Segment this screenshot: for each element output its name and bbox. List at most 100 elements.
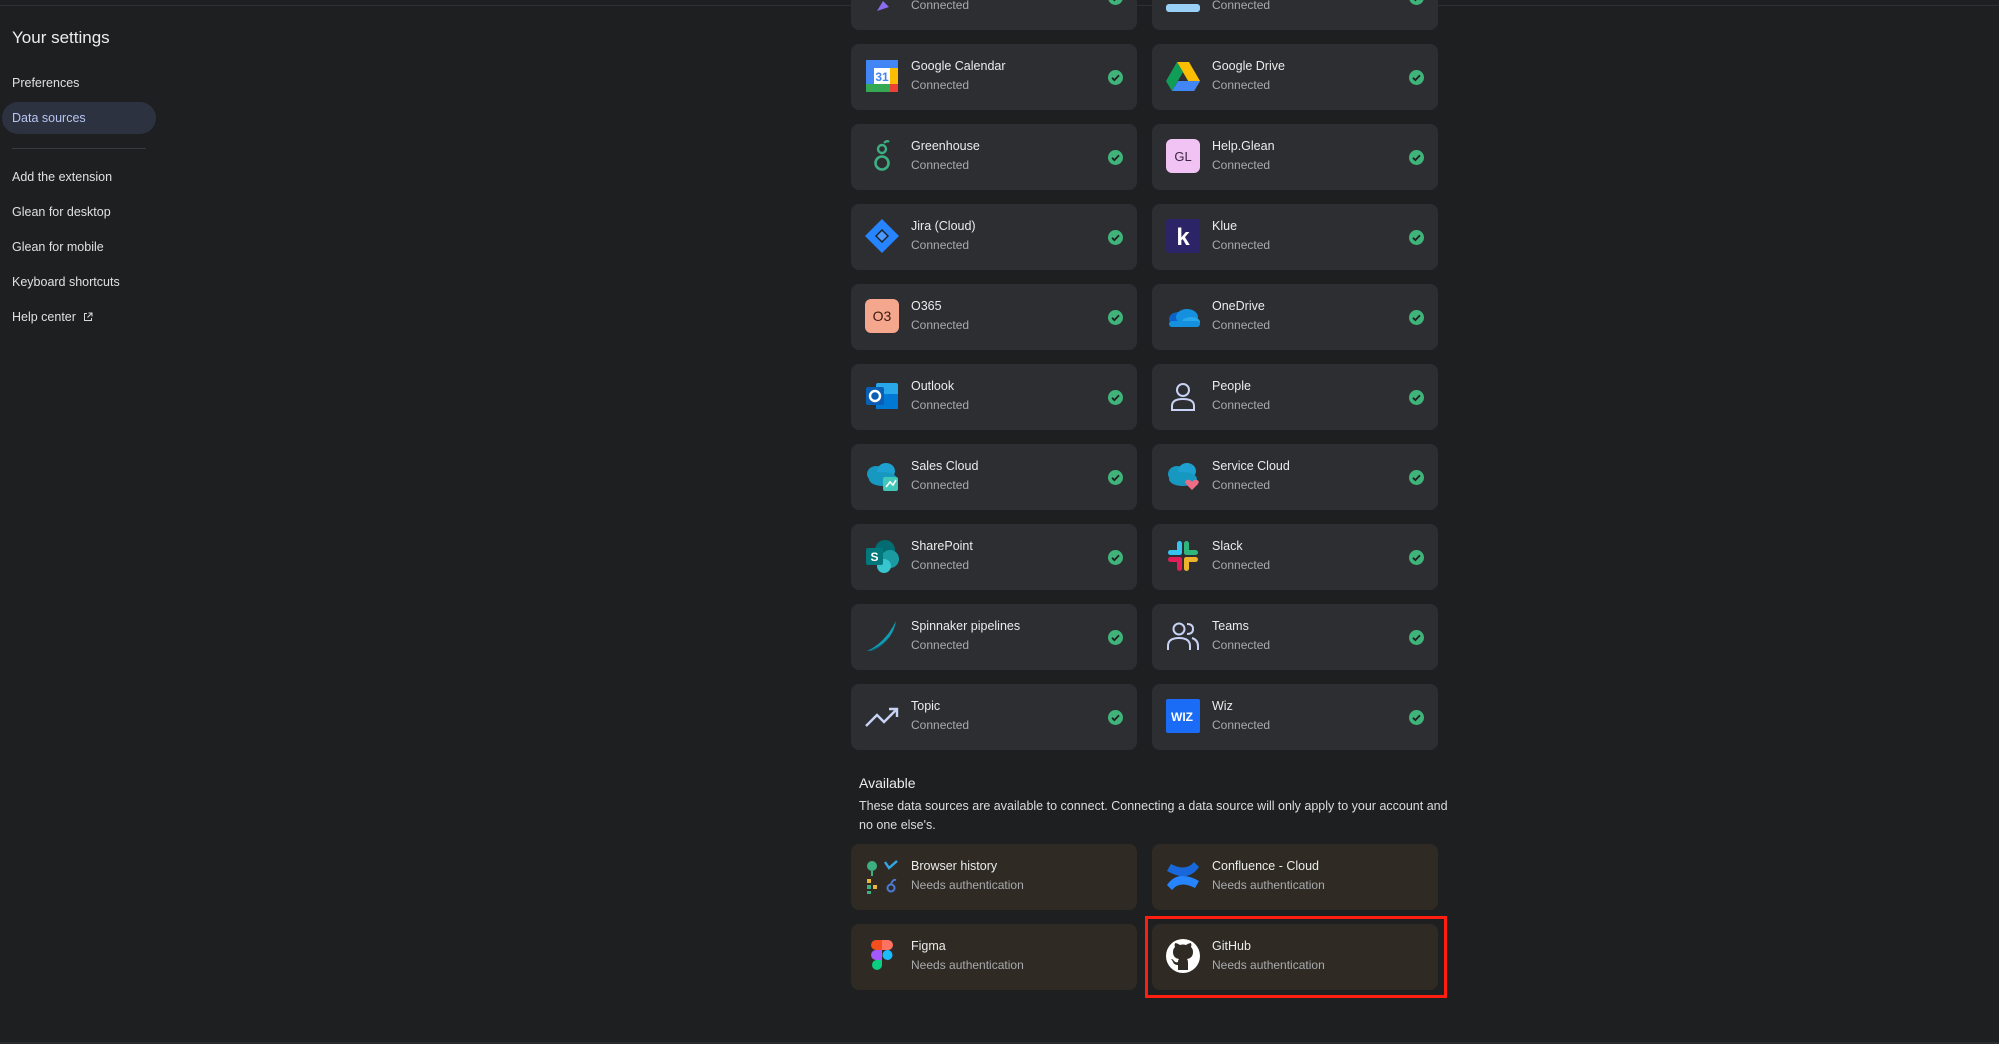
data-source-card-sharepoint[interactable]: S SharePoint Connected [851, 524, 1137, 590]
partial-source-icon [1166, 4, 1200, 12]
card-name: Sales Cloud [911, 459, 979, 473]
data-source-card-teams[interactable]: Teams Connected [1152, 604, 1438, 670]
connected-check-icon [1108, 390, 1123, 405]
sidebar-item-data-sources[interactable]: Data sources [12, 111, 86, 125]
sidebar-item-keyboard-shortcuts[interactable]: Keyboard shortcuts [12, 275, 120, 289]
data-source-card-partial[interactable]: Connected [1152, 0, 1438, 30]
data-source-card-service-cloud[interactable]: Service Cloud Connected [1152, 444, 1438, 510]
teams-icon [1167, 622, 1199, 650]
svg-text:O3: O3 [873, 308, 892, 324]
o365-icon: O3 [865, 299, 899, 333]
klue-icon: k [1166, 219, 1200, 253]
slack-icon [1168, 541, 1198, 571]
sales-cloud-icon [867, 463, 898, 491]
card-name: Confluence - Cloud [1212, 859, 1320, 873]
card-status: Needs authentication [911, 958, 1024, 972]
data-source-card-topic[interactable]: Topic Connected [851, 684, 1137, 750]
card-status: Connected [1212, 158, 1271, 172]
card-name: Figma [911, 939, 946, 953]
card-status: Connected [1212, 0, 1271, 12]
help-glean-icon: GL [1166, 139, 1200, 173]
card-name: Help.Glean [1212, 139, 1275, 153]
card-status: Connected [911, 478, 970, 492]
card-name: People [1212, 379, 1251, 393]
svg-text:WIZ: WIZ [1171, 710, 1193, 724]
data-source-card-figma[interactable]: Figma Needs authentication [851, 924, 1137, 990]
sidebar-item-glean-desktop[interactable]: Glean for desktop [12, 205, 111, 219]
browser-history-icon [867, 860, 898, 894]
connected-check-icon [1108, 310, 1123, 325]
connected-check-icon [1108, 70, 1123, 85]
sharepoint-icon: S [866, 540, 899, 573]
available-section-description: These data sources are available to conn… [859, 799, 1448, 832]
connected-check-icon [1409, 150, 1424, 165]
card-status: Connected [1212, 478, 1271, 492]
card-status: Connected [911, 638, 970, 652]
connected-check-icon [1409, 550, 1424, 565]
connected-check-icon [1108, 710, 1123, 725]
card-name: GitHub [1212, 939, 1251, 953]
data-source-card-sales-cloud[interactable]: Sales Cloud Connected [851, 444, 1137, 510]
card-status: Connected [911, 718, 970, 732]
data-source-card-o365[interactable]: O3 O365 Connected [851, 284, 1137, 350]
card-name: Jira (Cloud) [911, 219, 976, 233]
data-source-card-jira[interactable]: Jira (Cloud) Connected [851, 204, 1137, 270]
figma-icon [871, 940, 893, 970]
data-source-card-people[interactable]: People Connected [1152, 364, 1438, 430]
connected-check-icon [1409, 630, 1424, 645]
card-name: OneDrive [1212, 299, 1265, 313]
svg-text:31: 31 [875, 70, 889, 84]
card-status: Connected [1212, 558, 1271, 572]
card-name: Slack [1212, 539, 1243, 553]
connected-check-icon [1108, 630, 1123, 645]
svg-text:k: k [1176, 224, 1190, 251]
data-source-card-help-glean[interactable]: GL Help.Glean Connected [1152, 124, 1438, 190]
sidebar-item-preferences[interactable]: Preferences [12, 76, 79, 90]
card-name: Topic [911, 699, 941, 713]
data-source-card-wiz[interactable]: WIZ Wiz Connected [1152, 684, 1438, 750]
connected-check-icon [1409, 310, 1424, 325]
data-source-card-greenhouse[interactable]: Greenhouse Connected [851, 124, 1137, 190]
google-drive-icon [1166, 62, 1200, 91]
connected-check-icon [1409, 70, 1424, 85]
github-icon [1166, 939, 1200, 973]
card-name: Browser history [911, 859, 998, 873]
card-name: Service Cloud [1212, 459, 1290, 473]
card-name: Google Calendar [911, 59, 1006, 73]
sidebar-item-help-center[interactable]: Help center [12, 310, 93, 324]
sidebar-item-add-extension[interactable]: Add the extension [12, 170, 112, 184]
sidebar-item-glean-mobile[interactable]: Glean for mobile [12, 240, 104, 254]
svg-text:GL: GL [1174, 149, 1191, 164]
data-source-card-slack[interactable]: Slack Connected [1152, 524, 1438, 590]
card-status: Connected [1212, 398, 1271, 412]
data-source-card-browser-history[interactable]: Browser history Needs authentication [851, 844, 1137, 910]
card-status: Needs authentication [1212, 958, 1325, 972]
card-name: Outlook [911, 379, 955, 393]
help-center-label: Help center [12, 310, 76, 324]
card-status: Needs authentication [1212, 878, 1325, 892]
connected-check-icon [1409, 470, 1424, 485]
external-link-icon [84, 312, 93, 321]
card-status: Needs authentication [911, 878, 1024, 892]
card-name: Spinnaker pipelines [911, 619, 1021, 633]
jira-icon [865, 219, 899, 253]
card-status: Connected [911, 558, 970, 572]
data-source-card-google-drive[interactable]: Google Drive Connected [1152, 44, 1438, 110]
data-source-card-google-calendar[interactable]: 31 Google Calendar Connected [851, 44, 1137, 110]
sidebar-divider [12, 148, 146, 149]
data-source-card-klue[interactable]: k Klue Connected [1152, 204, 1438, 270]
data-source-card-partial[interactable]: Connected [851, 0, 1137, 30]
connected-check-icon [1108, 0, 1123, 5]
card-status: Connected [1212, 78, 1271, 92]
data-source-card-spinnaker[interactable]: Spinnaker pipelines Connected [851, 604, 1137, 670]
card-name: Wiz [1212, 699, 1233, 713]
connected-check-icon [1409, 710, 1424, 725]
card-status: Connected [1212, 318, 1271, 332]
data-source-card-github[interactable]: GitHub Needs authentication [1152, 924, 1438, 990]
data-source-card-onedrive[interactable]: OneDrive Connected [1152, 284, 1438, 350]
data-source-card-outlook[interactable]: Outlook Connected [851, 364, 1137, 430]
settings-title: Your settings [12, 28, 110, 47]
data-source-card-confluence[interactable]: Confluence - Cloud Needs authentication [1152, 844, 1438, 910]
connected-check-icon [1409, 0, 1424, 5]
connected-check-icon [1409, 230, 1424, 245]
